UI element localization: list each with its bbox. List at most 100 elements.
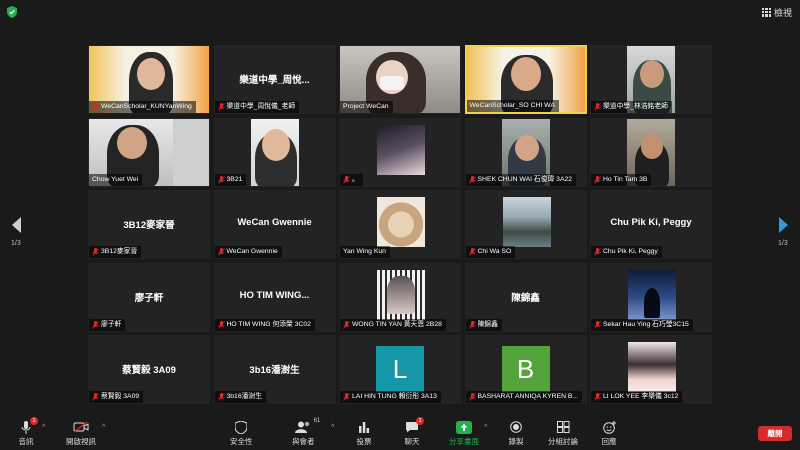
avatar [628, 269, 676, 320]
participant-tile[interactable]: WONG TIN YAN 黃天恩 2B28 [339, 262, 461, 332]
share-screen-button[interactable]: 分享畫面 [449, 420, 479, 447]
participant-name-label: 蔡賢毅 3A09 [89, 391, 144, 403]
participant-display-name: HO TIM WING... [239, 289, 310, 301]
participant-display-name: 3B12麥家晉 [123, 220, 175, 231]
audio-button[interactable]: 1 音訊 [18, 417, 38, 447]
mic-muted-icon [594, 248, 601, 256]
initial-avatar: B [501, 346, 550, 392]
participant-video [250, 118, 299, 186]
participant-name-label: LI LOK YEE 李樂儀 3c12 [591, 391, 683, 403]
avatar [377, 197, 425, 247]
page-count-left: 1/3 [11, 240, 21, 247]
top-bar: 檢視 [0, 0, 800, 24]
participant-name-label: Chow Yuet Wei [89, 173, 143, 186]
participant-tile[interactable]: 廖子軒 廖子軒 [88, 262, 210, 332]
participant-tile[interactable]: LI LOK YEE 李樂儀 3c12 [590, 335, 712, 404]
participant-tile[interactable]: Yan Wing Kun [339, 190, 461, 259]
participant-tile[interactable]: WeCan Gwennie WeCan Gwennie [213, 190, 336, 259]
participant-tile[interactable]: HO TIM WING... HO TIM WING 何添榮 3C02 [213, 262, 336, 332]
participant-tile[interactable]: 3B21 [213, 117, 336, 187]
mic-muted-icon [217, 103, 225, 111]
participants-count: 61 [313, 418, 321, 424]
mic-muted-icon [217, 320, 225, 329]
view-button[interactable]: 檢視 [761, 5, 792, 19]
mic-muted-icon [468, 248, 476, 256]
mic-muted-icon [92, 393, 99, 401]
mic-muted-icon [468, 320, 476, 329]
participant-name-label: 3B12麥家晉 [89, 246, 142, 258]
breakout-rooms-button[interactable]: 分組討論 [548, 420, 578, 447]
video-options-caret-icon[interactable]: ^ [102, 424, 105, 431]
audio-options-caret-icon[interactable]: ^ [42, 424, 45, 431]
participant-tile[interactable]: 3B12麥家晉 3B12麥家晉 [88, 190, 210, 259]
participant-tile[interactable]: Ho Tin Tam 3B [590, 117, 712, 187]
polls-button[interactable]: 投票 [356, 420, 372, 447]
share-options-caret-icon[interactable]: ^ [484, 424, 487, 431]
participant-name-label: WeCan Gwennie [214, 246, 282, 258]
participant-tile[interactable]: 蔡賢毅 3A09 蔡賢毅 3A09 [88, 335, 210, 404]
participant-tile[interactable]: Project WeCan [339, 45, 461, 114]
participant-tile[interactable]: L LAI HIN TUNG 賴衍彤 3A13 [339, 335, 461, 404]
mic-muted-icon [92, 320, 99, 329]
participant-tile[interactable]: 樂道中學_周悅... 樂道中學_周悅儀_老師 [213, 45, 336, 114]
participant-tile[interactable]: WeCanScholar_KUNYanWing [88, 45, 210, 114]
participant-display-name: Chu Pik Ki, Peggy [610, 217, 692, 228]
participant-name-label: Ho Tin Tam 3B [591, 173, 652, 186]
mic-muted-icon [594, 393, 601, 401]
participant-display-name: 廖子軒 [134, 292, 164, 304]
participant-name-label: WeCanScholar_SO CHI WA [466, 100, 559, 112]
participant-tile[interactable]: Sekar Hau Ying 石巧瑩3C15 [590, 262, 712, 332]
participant-name-label: 樂道中學_周悅儀_老師 [214, 101, 300, 113]
meeting-toolbar: 1 音訊 ^ 開啟視訊 ^ 安全性 61 與會者 ^ 投票 1 聊天 分享畫面 … [0, 414, 800, 450]
security-button[interactable]: 安全性 [230, 420, 253, 447]
participant-name-label: SHEK CHUN WAI 石俊瑋 3A22 [465, 173, 577, 186]
participant-name-label: 。 [340, 173, 363, 186]
participant-name-label: Yan Wing Kun [340, 246, 390, 258]
participant-tile[interactable]: Chow Yuet Wei [88, 117, 210, 187]
participant-tile[interactable]: 陳錦鑫 陳錦鑫 [464, 262, 587, 332]
chat-button[interactable]: 1 聊天 [404, 417, 424, 447]
video-gallery: WeCanScholar_KUNYanWing 樂道中學_周悅... 樂道中學_… [88, 45, 712, 405]
audio-badge: 1 [30, 417, 38, 425]
avatar [502, 197, 551, 247]
next-page-arrow-icon[interactable] [778, 216, 790, 234]
participant-name-label: 3B21 [214, 173, 247, 186]
participant-name-label: BASHARAT ANNIQA KYREN B... [465, 391, 583, 403]
participant-name-label: LAI HIN TUNG 賴衍彤 3A13 [340, 391, 441, 403]
participant-name-label: 3b16潘澍生 [214, 391, 267, 403]
participants-button[interactable]: 61 與會者 [292, 418, 320, 447]
participants-options-caret-icon[interactable]: ^ [331, 424, 334, 431]
leave-meeting-button[interactable]: 離開 [758, 426, 792, 441]
active-speaker-tile[interactable]: WeCanScholar_SO CHI WA [464, 45, 587, 114]
mic-muted-icon [594, 320, 601, 329]
mic-muted-icon [217, 393, 225, 401]
participant-tile[interactable]: Chu Pik Ki, Peggy Chu Pik Ki, Peggy [590, 190, 712, 259]
reactions-button[interactable]: 回應 [601, 420, 617, 447]
participant-display-name: 3b16潘澍生 [249, 365, 300, 376]
participant-tile[interactable]: SHEK CHUN WAI 石俊瑋 3A22 [464, 117, 587, 187]
participant-tile[interactable]: 樂道中學_林浩銘老師 [590, 45, 712, 114]
mic-muted-icon [343, 175, 350, 184]
participant-name-label: Chu Pik Ki, Peggy [591, 246, 662, 258]
participant-name-label: 廖子軒 [89, 318, 126, 331]
avatar [628, 342, 676, 392]
mic-muted-icon [217, 248, 225, 256]
participant-name-label: 陳錦鑫 [465, 318, 502, 331]
participant-name-label: HO TIM WING 何添榮 3C02 [214, 318, 315, 331]
shield-icon[interactable] [7, 6, 17, 18]
participant-tile[interactable]: Chi Wa SO [464, 190, 587, 259]
start-video-button[interactable]: 開啟視訊 [66, 420, 96, 447]
page-count-right: 1/3 [778, 240, 788, 247]
mic-muted-icon [468, 393, 476, 401]
participant-name-label: Project WeCan [340, 101, 393, 113]
participant-display-name: 樂道中學_周悅... [239, 75, 310, 86]
participant-tile[interactable]: 3b16潘澍生 3b16潘澍生 [213, 335, 336, 404]
participant-tile[interactable]: B BASHARAT ANNIQA KYREN B... [464, 335, 587, 404]
participant-tile[interactable]: 。 [339, 117, 461, 187]
mic-muted-icon [92, 248, 99, 256]
mic-muted-icon [343, 320, 350, 329]
mic-muted-icon [92, 103, 99, 111]
previous-page-arrow-icon[interactable] [10, 216, 22, 234]
record-button[interactable]: 錄製 [508, 420, 524, 447]
smiley-add-icon [602, 420, 616, 434]
